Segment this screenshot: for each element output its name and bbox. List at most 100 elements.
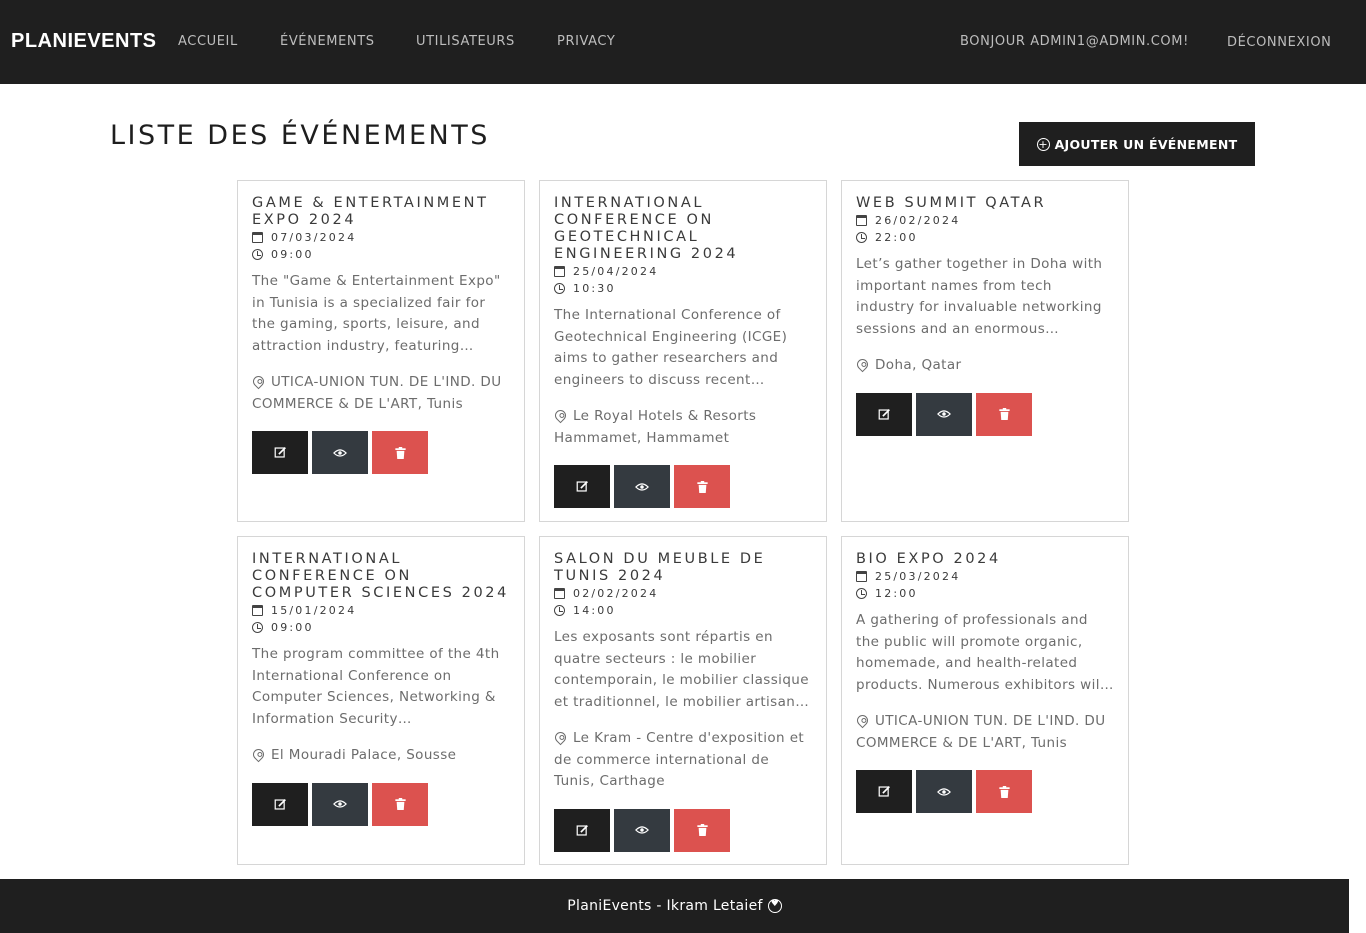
map-pin-icon (250, 373, 267, 390)
view-event-button[interactable] (614, 808, 670, 852)
navbar: PLANIEVENTS ACCUEIL ÉVÉNEMENTS UTILISATE… (0, 0, 1366, 84)
eye-icon (635, 826, 649, 835)
calendar-icon (554, 588, 565, 599)
event-date-text: 15/01/2024 (271, 604, 357, 617)
trash-icon (998, 408, 1010, 421)
brand-logo[interactable]: PLANIEVENTS (11, 30, 157, 53)
delete-event-button[interactable] (372, 782, 428, 826)
event-actions (554, 808, 812, 852)
view-event-button[interactable] (614, 465, 670, 509)
clock-icon (856, 588, 867, 599)
user-greeting[interactable]: BONJOUR ADMIN1@ADMIN.COM! (960, 34, 1189, 49)
event-time: 14:00 (554, 602, 812, 619)
view-event-button[interactable] (916, 770, 972, 814)
edit-event-button[interactable] (554, 465, 610, 509)
event-date: 07/03/2024 (252, 229, 510, 246)
event-title: BIO EXPO 2024 (856, 551, 1001, 567)
calendar-icon (554, 266, 565, 277)
footer-text: PlaniEvents - Ikram Letaief (567, 898, 763, 914)
clock-icon (252, 622, 263, 633)
logout-link[interactable]: DÉCONNEXION (1227, 35, 1332, 50)
event-description: A gathering of professionals and the pub… (856, 612, 1114, 694)
add-event-button[interactable]: + AJOUTER UN ÉVÉNEMENT (1019, 122, 1255, 166)
event-date-text: 25/04/2024 (573, 265, 659, 278)
map-pin-icon (854, 356, 871, 373)
delete-event-button[interactable] (372, 431, 428, 475)
event-card: WEB SUMMIT QATAR 26/02/2024 22:00 Let’s … (841, 180, 1129, 522)
event-date-text: 07/03/2024 (271, 231, 357, 244)
edit-icon (576, 824, 588, 836)
edit-icon (274, 447, 286, 458)
calendar-icon (856, 571, 867, 582)
edit-icon (274, 798, 286, 810)
edit-icon (878, 786, 890, 797)
clock-icon (554, 605, 565, 616)
event-card: INTERNATIONAL CONFERENCE ON GEOTECHNICAL… (539, 180, 827, 522)
edit-event-button[interactable] (554, 808, 610, 852)
event-actions (252, 431, 510, 475)
add-event-label: AJOUTER UN ÉVÉNEMENT (1054, 136, 1238, 152)
map-pin-icon (552, 407, 569, 424)
nav-link-evenements[interactable]: ÉVÉNEMENTS (280, 34, 375, 49)
trash-icon (394, 798, 406, 811)
event-title: INTERNATIONAL CONFERENCE ON GEOTECHNICAL… (554, 195, 739, 262)
event-title: INTERNATIONAL CONFERENCE ON COMPUTER SCI… (252, 551, 509, 601)
clock-icon (252, 249, 263, 260)
event-date: 15/01/2024 (252, 602, 510, 619)
event-location: Doha, Qatar (854, 355, 1114, 377)
event-time-text: 14:00 (573, 604, 616, 617)
event-location: Le Royal Hotels & Resorts Hammamet, Hamm… (552, 406, 812, 449)
event-location-text: Le Royal Hotels & Resorts Hammamet, Hamm… (554, 407, 757, 446)
calendar-icon (252, 605, 263, 616)
trash-icon (696, 480, 708, 493)
event-time: 09:00 (252, 619, 510, 636)
view-event-button[interactable] (916, 392, 972, 436)
event-actions (856, 770, 1114, 814)
trash-icon (998, 785, 1010, 798)
delete-event-button[interactable] (674, 808, 730, 852)
view-event-button[interactable] (312, 431, 368, 475)
eye-icon (333, 449, 347, 457)
trash-icon (696, 824, 708, 837)
delete-event-button[interactable] (674, 465, 730, 509)
event-location: UTICA-UNION TUN. DE L'IND. DU COMMERCE &… (250, 372, 510, 415)
map-pin-icon (250, 746, 267, 763)
event-title: WEB SUMMIT QATAR (856, 195, 1047, 211)
event-time: 22:00 (856, 229, 1114, 246)
event-description: Let’s gather together in Doha with impor… (856, 256, 1103, 338)
event-location-text: Doha, Qatar (875, 356, 962, 373)
delete-event-button[interactable] (976, 770, 1032, 814)
event-description: Les exposants sont répartis en quatre se… (554, 629, 810, 711)
event-date-text: 26/02/2024 (875, 214, 961, 227)
edit-icon (878, 408, 890, 420)
trash-icon (394, 446, 406, 459)
edit-icon (576, 481, 588, 492)
edit-event-button[interactable] (856, 392, 912, 436)
clock-icon (554, 283, 565, 294)
heart-icon (767, 899, 782, 913)
edit-event-button[interactable] (252, 431, 308, 475)
event-time-text: 12:00 (875, 587, 918, 600)
view-event-button[interactable] (312, 782, 368, 826)
event-card: INTERNATIONAL CONFERENCE ON COMPUTER SCI… (237, 536, 525, 865)
event-location-text: El Mouradi Palace, Sousse (271, 746, 457, 763)
nav-link-privacy[interactable]: PRIVACY (557, 34, 615, 49)
edit-event-button[interactable] (252, 782, 308, 826)
nav-link-accueil[interactable]: ACCUEIL (178, 34, 238, 49)
event-actions (252, 782, 510, 826)
event-location: UTICA-UNION TUN. DE L'IND. DU COMMERCE &… (854, 711, 1114, 754)
event-time: 12:00 (856, 585, 1114, 602)
event-title: SALON DU MEUBLE DE TUNIS 2024 (554, 551, 766, 584)
event-description: The program committee of the 4th Interna… (252, 646, 500, 728)
event-time-text: 09:00 (271, 621, 314, 634)
nav-link-utilisateurs[interactable]: UTILISATEURS (416, 34, 515, 49)
edit-event-button[interactable] (856, 770, 912, 814)
event-time-text: 22:00 (875, 231, 918, 244)
event-time-text: 09:00 (271, 248, 314, 261)
event-location-text: UTICA-UNION TUN. DE L'IND. DU COMMERCE &… (856, 712, 1106, 751)
event-date: 26/02/2024 (856, 212, 1114, 229)
event-date: 02/02/2024 (554, 585, 812, 602)
delete-event-button[interactable] (976, 392, 1032, 436)
event-date: 25/03/2024 (856, 568, 1114, 585)
event-title: GAME & ENTERTAINMENT EXPO 2024 (252, 195, 489, 228)
